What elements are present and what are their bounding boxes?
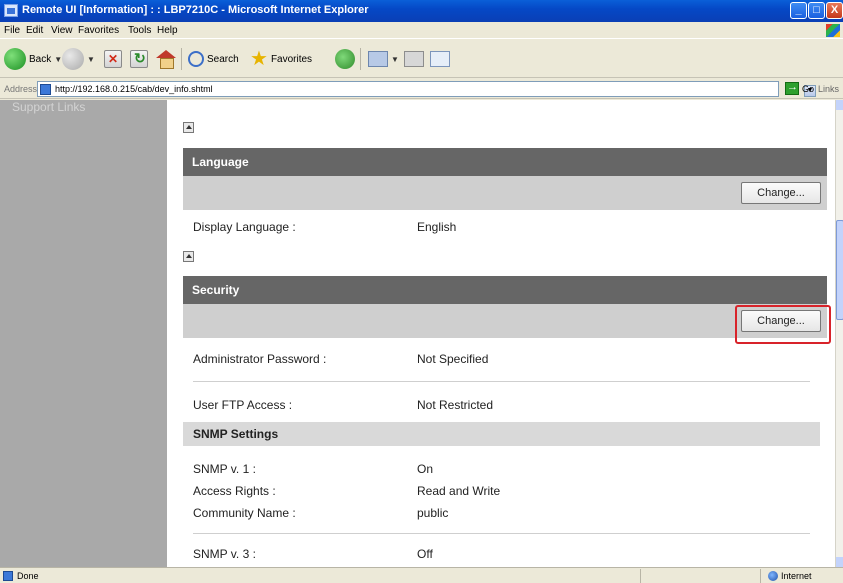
mail-icon	[368, 51, 388, 67]
address-label: Address	[4, 84, 38, 94]
window-title: Remote UI [Information] : : LBP7210C - M…	[22, 4, 369, 16]
status-bar: Done Internet	[0, 567, 843, 583]
menu-edit[interactable]: Edit	[26, 25, 43, 36]
dropdown-arrow-icon: ▼	[87, 54, 95, 64]
status-divider	[640, 569, 641, 583]
history-button[interactable]	[335, 46, 355, 72]
row-divider	[193, 533, 810, 534]
menu-bar: File Edit View Favorites Tools Help	[0, 22, 843, 39]
snmp-v1-value: On	[417, 462, 434, 476]
back-label: Back	[29, 53, 52, 65]
scroll-up-icon[interactable]	[836, 100, 843, 110]
vertical-scrollbar[interactable]	[835, 100, 843, 567]
menu-tools[interactable]: Tools	[128, 25, 151, 36]
forward-arrow-icon	[62, 48, 84, 70]
refresh-button[interactable]	[130, 46, 148, 72]
toolbar: Back ▼ ▼ Search ★ Favorites	[0, 40, 843, 78]
search-icon	[188, 51, 204, 67]
edit-page-icon	[430, 51, 450, 67]
security-zone: Internet	[768, 571, 812, 581]
go-arrow-icon	[785, 81, 799, 95]
go-button[interactable]: Go	[785, 81, 815, 95]
dropdown-arrow-icon: ▼	[54, 54, 63, 64]
zone-label: Internet	[781, 571, 812, 581]
stop-button[interactable]	[104, 46, 122, 72]
left-sidebar: Support Links	[0, 100, 167, 567]
windows-logo-icon	[826, 24, 840, 37]
ftp-access-label: User FTP Access :	[193, 398, 293, 412]
mail-button[interactable]: ▼	[368, 46, 399, 72]
close-button[interactable]: X	[826, 2, 843, 19]
menu-view[interactable]: View	[51, 25, 73, 36]
menu-file[interactable]: File	[4, 25, 20, 36]
forward-button[interactable]: ▼	[62, 46, 95, 72]
security-action-bar: Change...	[183, 304, 827, 338]
page-icon	[40, 84, 51, 95]
favorites-label: Favorites	[270, 53, 313, 65]
back-button[interactable]: Back ▼	[4, 46, 62, 72]
links-button[interactable]: Links	[818, 84, 839, 94]
scroll-down-icon[interactable]	[836, 557, 843, 567]
page-viewport: Support Links Language Change... Display…	[0, 100, 835, 567]
dropdown-arrow-icon: ▼	[391, 54, 399, 64]
menu-favorites[interactable]: Favorites	[78, 25, 119, 36]
display-language-label: Display Language :	[193, 220, 296, 234]
support-links-link[interactable]: Support Links	[12, 100, 85, 114]
community-name-label: Community Name :	[193, 506, 296, 520]
language-change-button[interactable]: Change...	[741, 182, 821, 204]
address-bar: Address http://192.168.0.215/cab/dev_inf…	[0, 79, 843, 99]
star-icon: ★	[250, 48, 268, 70]
status-divider	[760, 569, 761, 583]
scroll-thumb[interactable]	[836, 220, 843, 320]
ie-page-icon	[4, 4, 18, 17]
snmp-v3-value: Off	[417, 547, 433, 561]
toolbar-separator	[360, 46, 361, 72]
home-icon	[156, 50, 176, 69]
row-divider	[193, 381, 810, 382]
access-rights-value: Read and Write	[417, 484, 501, 498]
favorites-button[interactable]: ★ Favorites	[250, 46, 312, 72]
search-label: Search	[207, 53, 239, 65]
stop-icon	[104, 50, 122, 68]
back-arrow-icon	[4, 48, 26, 70]
minimize-button[interactable]: _	[790, 2, 807, 19]
go-label: Go	[802, 83, 815, 94]
snmp-v3-label: SNMP v. 3 :	[193, 547, 256, 561]
highlight-box	[735, 305, 831, 344]
print-button[interactable]	[404, 46, 424, 72]
community-name-value: public	[417, 506, 449, 520]
globe-icon	[768, 571, 778, 581]
address-input[interactable]: http://192.168.0.215/cab/dev_info.shtml …	[37, 81, 816, 97]
access-rights-label: Access Rights :	[193, 484, 276, 498]
menu-help[interactable]: Help	[157, 25, 178, 36]
home-button[interactable]	[156, 46, 176, 72]
admin-password-value: Not Specified	[417, 352, 489, 366]
snmp-v1-label: SNMP v. 1 :	[193, 462, 256, 476]
maximize-button[interactable]: □	[808, 2, 825, 19]
edit-button[interactable]	[430, 46, 450, 72]
title-bar: Remote UI [Information] : : LBP7210C - M…	[0, 0, 843, 22]
search-button[interactable]: Search	[188, 46, 239, 72]
browser-window: Remote UI [Information] : : LBP7210C - M…	[0, 0, 843, 583]
page-status-icon	[3, 571, 13, 581]
toolbar-separator	[181, 46, 182, 72]
address-url[interactable]: http://192.168.0.215/cab/dev_info.shtml	[55, 84, 213, 94]
scroll-to-top-icon[interactable]	[183, 122, 194, 133]
ftp-access-value: Not Restricted	[417, 398, 494, 412]
display-language-value: English	[417, 220, 457, 234]
admin-password-label: Administrator Password :	[193, 352, 327, 366]
security-section-header: Security	[183, 276, 827, 304]
refresh-icon	[130, 50, 148, 68]
language-section-header: Language	[183, 148, 827, 176]
scroll-to-top-icon[interactable]	[183, 251, 194, 262]
snmp-settings-header: SNMP Settings	[183, 422, 820, 446]
printer-icon	[404, 51, 424, 67]
status-text: Done	[17, 571, 39, 581]
history-icon	[335, 49, 355, 69]
language-action-bar: Change...	[183, 176, 827, 210]
